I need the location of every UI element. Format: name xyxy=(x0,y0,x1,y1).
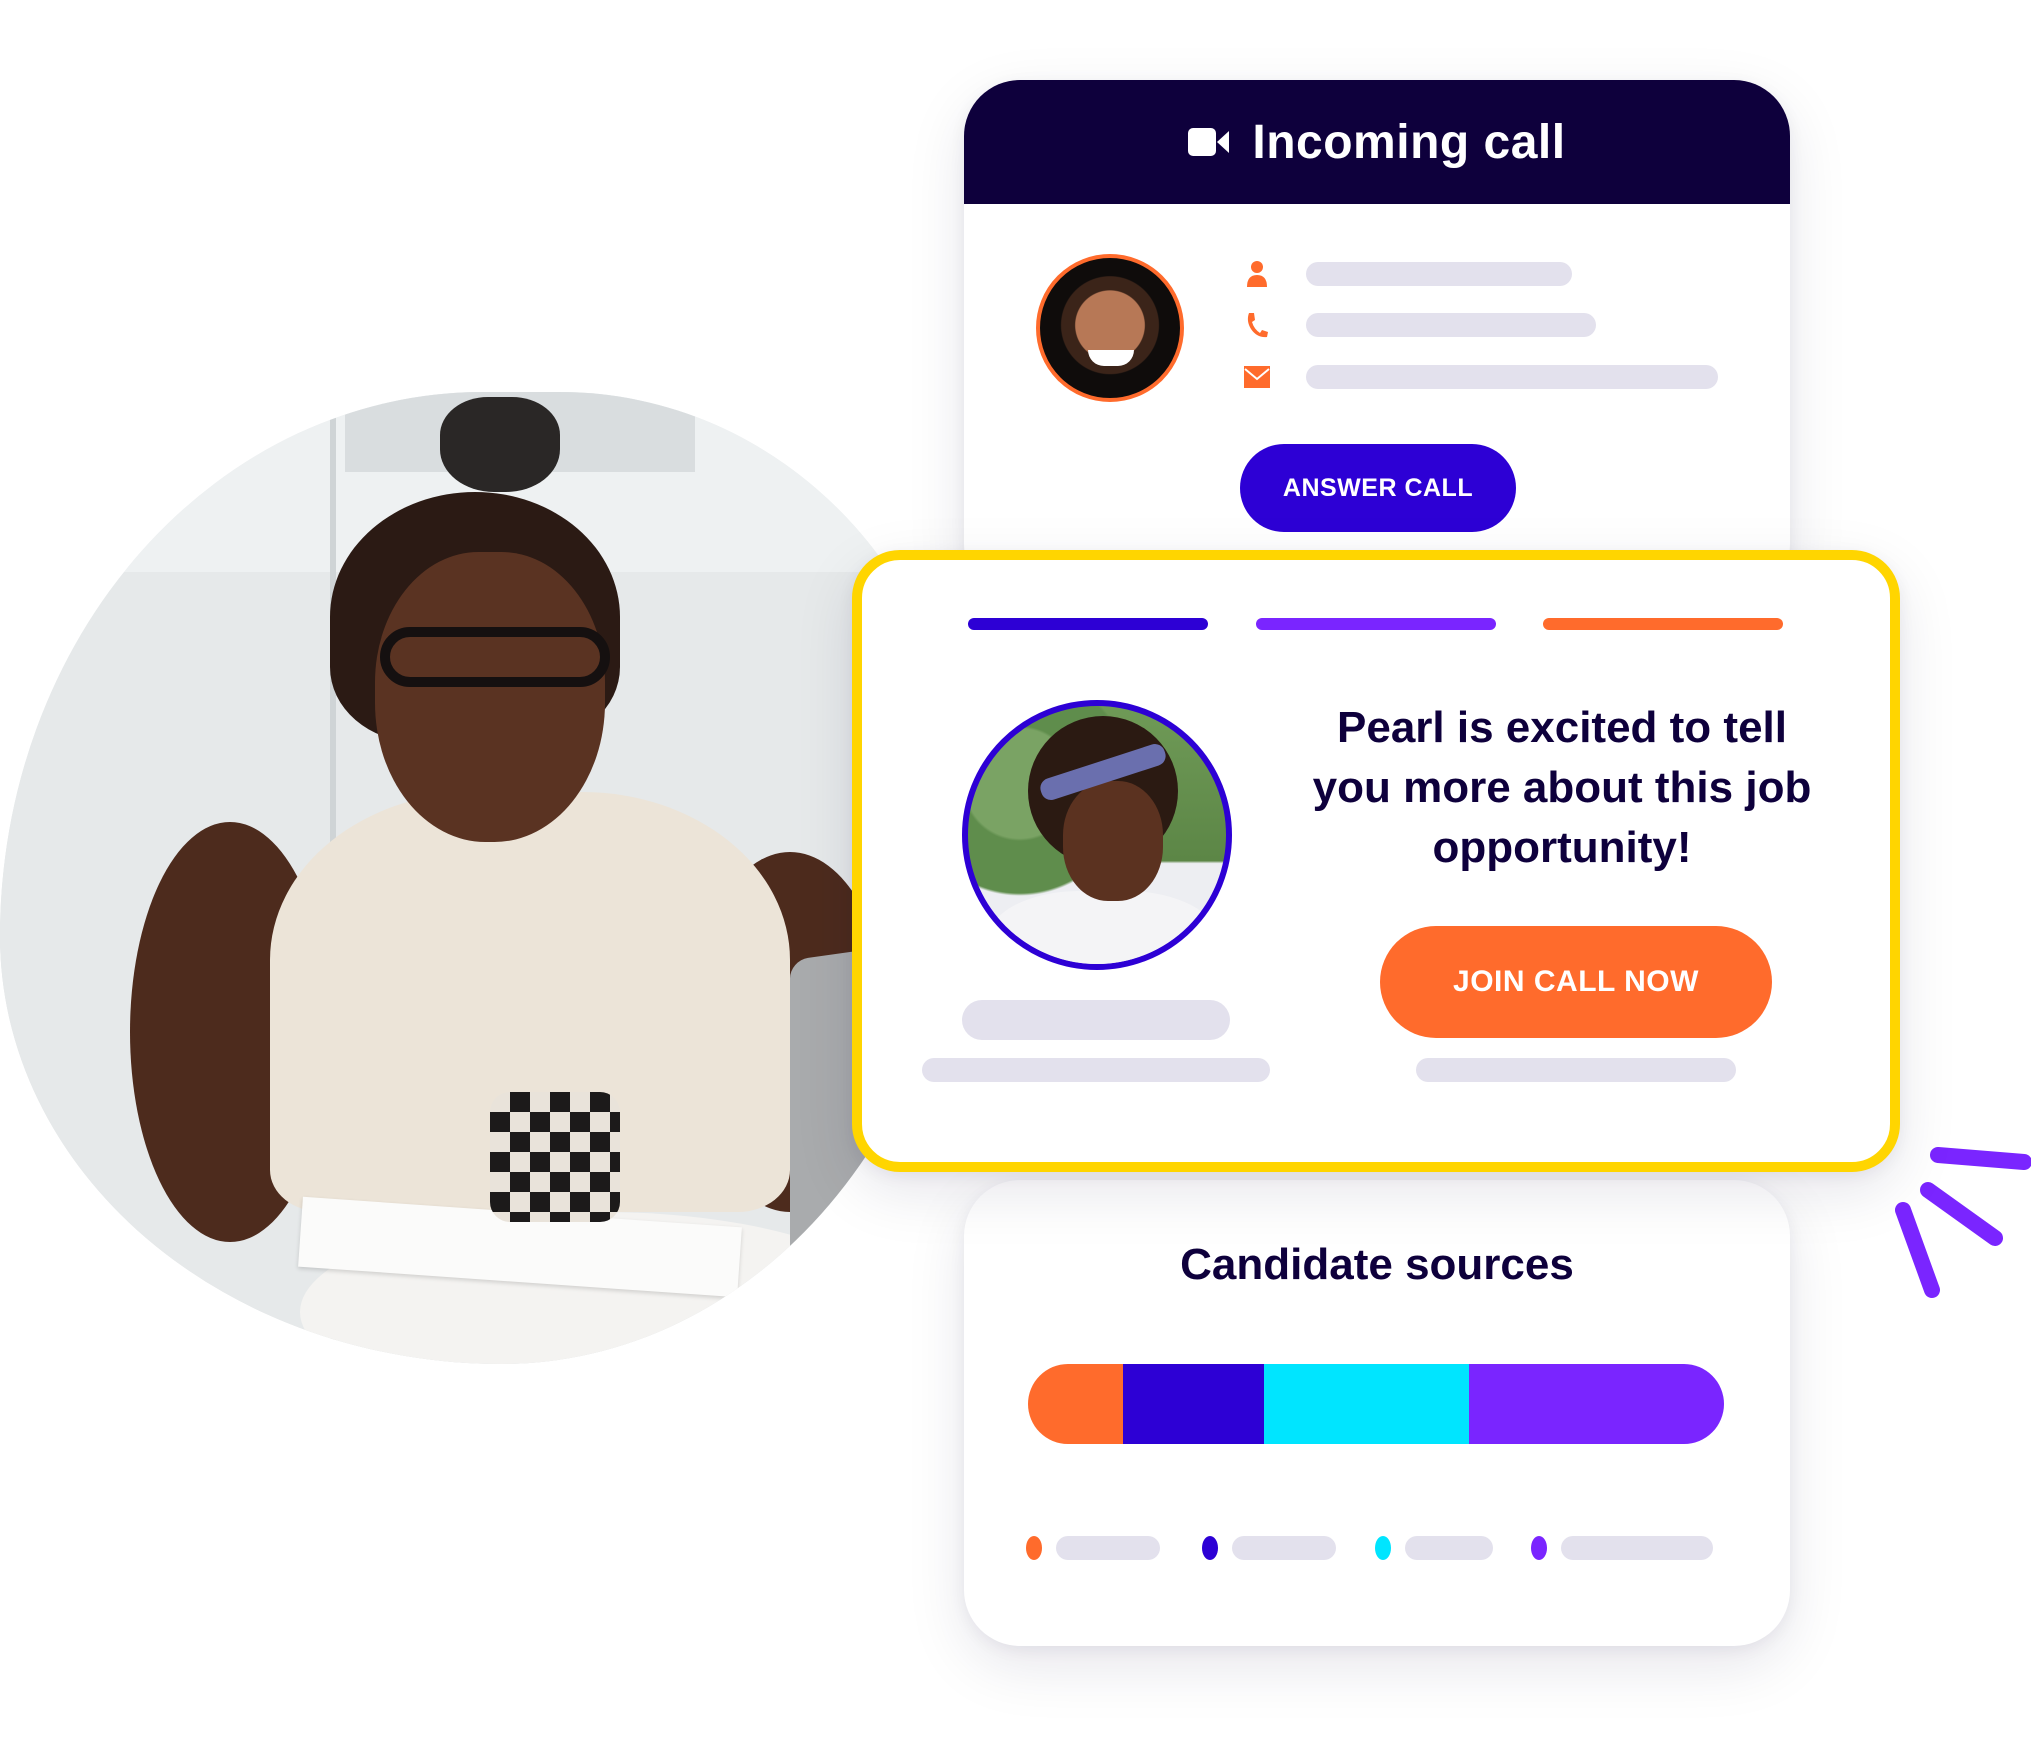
legend-dot xyxy=(1531,1536,1547,1560)
bar-segment-3 xyxy=(1263,1364,1469,1444)
candidate-sources-title: Candidate sources xyxy=(1180,1240,1574,1289)
recruiter-avatar xyxy=(962,700,1232,970)
recruiter-name-placeholder xyxy=(962,1000,1230,1040)
sparkle-line-1 xyxy=(1930,1147,2031,1170)
incoming-call-header: Incoming call xyxy=(964,80,1790,204)
candidate-sources-card: Candidate sources xyxy=(964,1180,1790,1646)
caller-email-placeholder xyxy=(1306,365,1718,389)
photo-vase xyxy=(440,397,560,492)
caller-avatar xyxy=(1036,254,1184,402)
caller-phone-row xyxy=(1244,312,1596,338)
legend-item-3 xyxy=(1375,1536,1493,1560)
bar-segment-2 xyxy=(1123,1364,1264,1444)
legend-dot xyxy=(1375,1536,1391,1560)
bar-segment-4 xyxy=(1468,1364,1724,1444)
incoming-call-card: Incoming call ANSWER CALL xyxy=(964,80,1790,600)
legend-label-placeholder xyxy=(1232,1536,1336,1560)
caller-name-placeholder xyxy=(1306,262,1572,286)
join-call-now-button[interactable]: JOIN CALL NOW xyxy=(1380,926,1772,1038)
join-subtext-placeholder xyxy=(1416,1058,1736,1082)
photo-face xyxy=(375,552,605,842)
caller-name-row xyxy=(1244,261,1572,287)
sparkle-line-3 xyxy=(1895,1202,1940,1298)
photo-glasses xyxy=(380,627,610,687)
incoming-call-title: Incoming call xyxy=(1252,115,1566,169)
progress-step-1 xyxy=(968,618,1208,630)
invite-message: Pearl is excited to tell you more about … xyxy=(1312,703,1812,872)
bar-segment-1 xyxy=(1028,1364,1124,1444)
photo-mug xyxy=(490,1092,620,1222)
envelope-icon xyxy=(1244,364,1270,390)
sparkle-line-2 xyxy=(1920,1182,2003,1246)
phone-icon xyxy=(1244,312,1270,338)
person-icon xyxy=(1244,261,1270,287)
legend-item-2 xyxy=(1202,1536,1336,1560)
legend-dot xyxy=(1026,1536,1042,1560)
legend-label-placeholder xyxy=(1405,1536,1493,1560)
recruiter-title-placeholder xyxy=(922,1058,1270,1082)
caller-phone-placeholder xyxy=(1306,313,1596,337)
candidate-sources-bar xyxy=(1028,1364,1724,1444)
hero-photo xyxy=(0,392,965,1364)
legend-label-placeholder xyxy=(1561,1536,1713,1560)
sparkle-accent-icon xyxy=(1895,1147,2031,1298)
job-call-invite-card: Pearl is excited to tell you more about … xyxy=(852,550,1900,1172)
legend-label-placeholder xyxy=(1056,1536,1160,1560)
legend-item-4 xyxy=(1531,1536,1713,1560)
progress-step-3 xyxy=(1543,618,1783,630)
legend-dot xyxy=(1202,1536,1218,1560)
caller-email-row xyxy=(1244,364,1718,390)
answer-call-button[interactable]: ANSWER CALL xyxy=(1240,444,1516,532)
video-camera-icon xyxy=(1188,126,1230,158)
legend-item-1 xyxy=(1026,1536,1160,1560)
candidate-sources-legend xyxy=(1026,1536,1726,1560)
progress-step-2 xyxy=(1256,618,1496,630)
